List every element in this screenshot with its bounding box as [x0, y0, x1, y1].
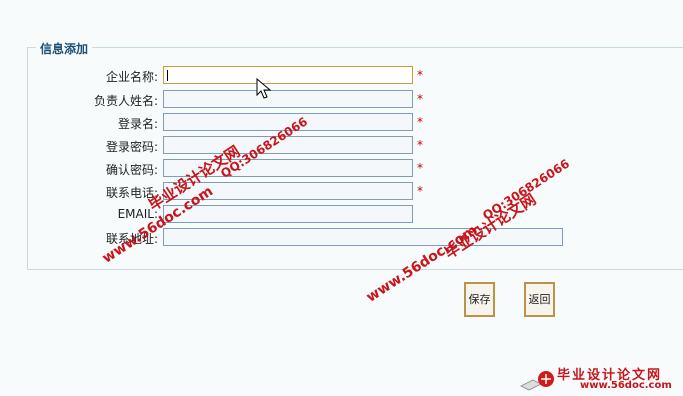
back-button[interactable]: 返回 [524, 282, 555, 317]
manager-name-input[interactable] [163, 90, 413, 108]
required-mark: * [417, 138, 423, 152]
required-mark: * [417, 184, 423, 198]
required-mark: * [417, 92, 423, 106]
email-input[interactable] [163, 205, 413, 223]
password-label: 登录密码: [105, 140, 158, 154]
required-mark: * [417, 115, 423, 129]
address-input[interactable] [163, 228, 563, 246]
login-name-label: 登录名: [117, 117, 158, 131]
fieldset-legend: 信息添加 [36, 40, 93, 57]
mouse-cursor-icon [256, 78, 272, 99]
footer-site-url: www.56doc.com [580, 380, 672, 391]
email-label: EMAIL: [117, 207, 158, 221]
save-button[interactable]: 保存 [464, 282, 495, 317]
text-caret [167, 70, 168, 81]
company-name-input[interactable] [163, 66, 413, 84]
required-mark: * [417, 161, 423, 175]
manager-name-label: 负责人姓名: [93, 94, 158, 108]
confirm-password-label: 确认密码: [105, 163, 158, 177]
required-mark: * [417, 68, 423, 82]
phone-label: 联系电话: [105, 186, 158, 200]
company-name-label: 企业名称: [105, 70, 158, 84]
